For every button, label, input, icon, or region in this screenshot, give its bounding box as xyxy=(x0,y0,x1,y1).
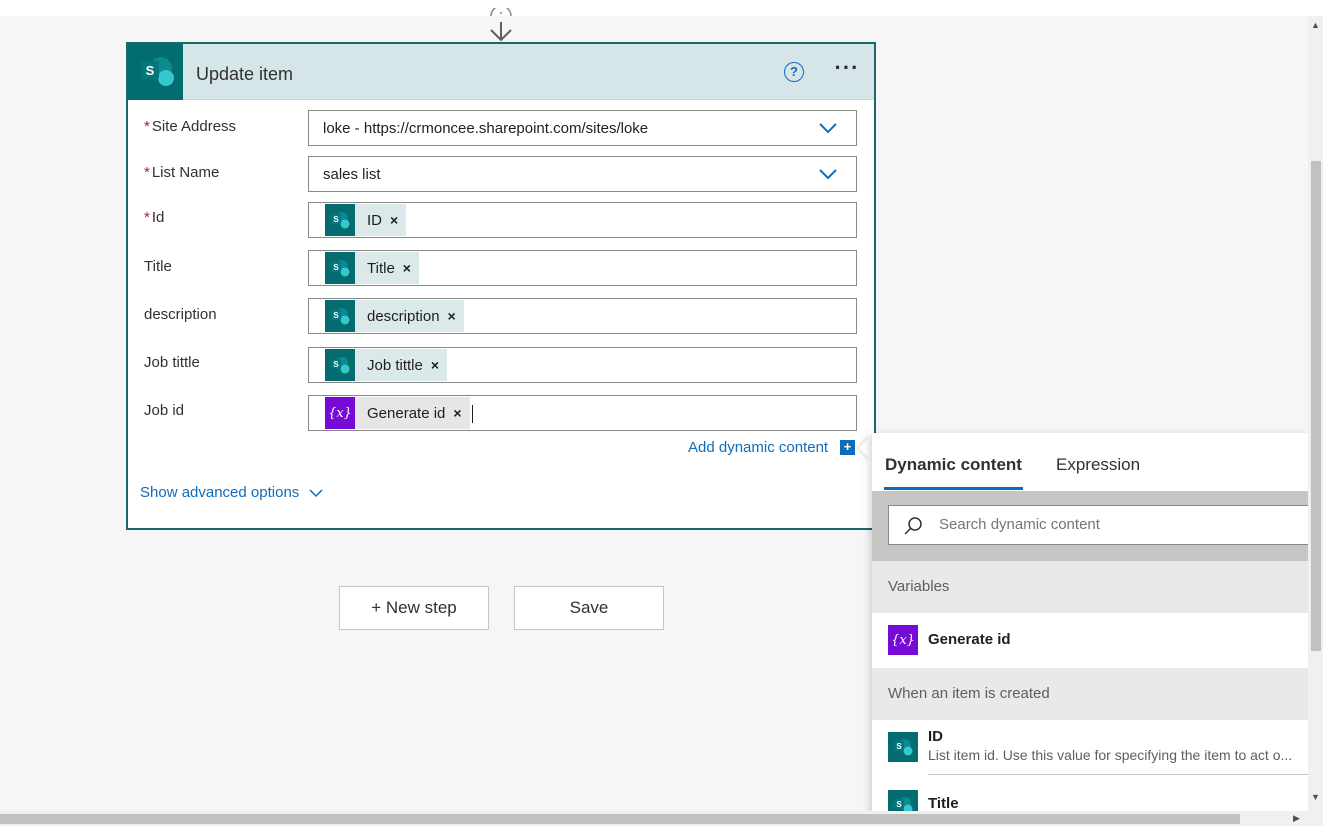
svg-text:S: S xyxy=(333,311,339,320)
svg-text:S: S xyxy=(333,215,339,224)
sharepoint-icon: S xyxy=(325,300,355,332)
job-id-field[interactable]: {x} Generate id × xyxy=(308,395,857,431)
dynamic-item-id[interactable]: S ID List item id. Use this value for sp… xyxy=(888,728,1293,763)
job-tittle-field[interactable]: S Job tittle × xyxy=(308,347,857,383)
sharepoint-icon: S xyxy=(325,252,355,284)
top-strip xyxy=(0,0,1323,16)
search-area xyxy=(872,491,1308,561)
text-caret xyxy=(472,405,473,423)
svg-text:S: S xyxy=(333,263,339,272)
update-item-card: S Update item ? ··· * Site Address loke -… xyxy=(126,42,876,530)
card-title[interactable]: Update item xyxy=(196,64,293,85)
sharepoint-icon: S xyxy=(128,44,183,100)
field-label-site-address: * Site Address xyxy=(144,118,237,135)
horizontal-scroll-thumb[interactable] xyxy=(0,814,1240,824)
dynamic-item-title: ID xyxy=(928,728,943,745)
dynamic-item-generate-id[interactable]: {x} Generate id xyxy=(888,625,1011,655)
horizontal-scrollbar[interactable]: ▶ xyxy=(0,811,1323,826)
scroll-up-arrow-icon[interactable]: ▲ xyxy=(1311,20,1320,30)
id-field[interactable]: S ID × xyxy=(308,202,857,238)
question-icon[interactable]: ? xyxy=(784,62,804,82)
add-dynamic-plus-icon[interactable]: + xyxy=(840,440,855,455)
dynamic-item-title-field[interactable]: S Title xyxy=(888,790,959,813)
svg-text:S: S xyxy=(896,800,902,809)
dynamic-item-title: Title xyxy=(928,795,959,812)
show-advanced-options-link[interactable]: Show advanced options xyxy=(140,484,299,501)
token-generate-id: {x} Generate id × xyxy=(325,397,470,429)
field-label-title: Title xyxy=(144,258,172,275)
remove-token-icon[interactable]: × xyxy=(448,308,456,324)
chevron-down-icon[interactable] xyxy=(818,167,838,181)
scroll-down-arrow-icon[interactable]: ▼ xyxy=(1311,792,1320,802)
scroll-right-arrow-icon[interactable]: ▶ xyxy=(1293,813,1300,824)
connector-arrow-icon xyxy=(490,8,512,42)
token-label: Generate id xyxy=(367,404,446,422)
sharepoint-icon: S xyxy=(888,732,918,762)
active-tab-indicator xyxy=(884,487,1023,490)
ellipsis-icon[interactable]: ··· xyxy=(832,57,862,86)
remove-token-icon[interactable]: × xyxy=(390,212,398,228)
chevron-down-icon[interactable] xyxy=(308,488,324,498)
sharepoint-icon: S xyxy=(888,790,918,813)
token-label: Job tittle xyxy=(367,356,423,374)
search-input[interactable] xyxy=(939,516,1299,533)
dynamic-item-description: List item id. Use this value for specify… xyxy=(928,747,1293,763)
list-name-dropdown[interactable]: sales list xyxy=(308,156,857,192)
tab-dynamic-content[interactable]: Dynamic content xyxy=(885,455,1022,475)
svg-text:S: S xyxy=(333,360,339,369)
add-dynamic-content-link[interactable]: Add dynamic content xyxy=(688,439,828,456)
remove-token-icon[interactable]: × xyxy=(431,357,439,373)
chevron-down-icon[interactable] xyxy=(818,121,838,135)
vertical-scroll-thumb[interactable] xyxy=(1311,161,1321,651)
variable-icon: {x} xyxy=(888,625,918,655)
list-name-value: sales list xyxy=(323,166,381,183)
search-icon xyxy=(904,517,922,535)
new-step-button[interactable]: + New step xyxy=(339,586,489,630)
token-title: S Title × xyxy=(325,252,419,284)
search-box[interactable] xyxy=(888,505,1308,545)
remove-token-icon[interactable]: × xyxy=(403,260,411,276)
token-label: Title xyxy=(367,259,395,277)
field-label-list-name: * List Name xyxy=(144,164,220,181)
card-header[interactable]: S Update item ? ··· xyxy=(128,44,874,100)
title-field[interactable]: S Title × xyxy=(308,250,857,286)
vertical-scrollbar[interactable]: ▲ ▼ xyxy=(1308,16,1323,811)
save-button[interactable]: Save xyxy=(514,586,664,630)
sharepoint-icon: S xyxy=(325,349,355,381)
sharepoint-icon: S xyxy=(325,204,355,236)
section-variables: Variables xyxy=(872,561,1308,613)
svg-text:S: S xyxy=(896,742,902,751)
variable-icon: {x} xyxy=(325,397,355,429)
token-label: ID xyxy=(367,211,382,229)
field-label-id: * Id xyxy=(144,209,165,226)
tab-expression[interactable]: Expression xyxy=(1056,455,1140,475)
svg-text:S: S xyxy=(146,63,155,78)
token-id: S ID × xyxy=(325,204,407,236)
site-address-dropdown[interactable]: loke - https://crmoncee.sharepoint.com/s… xyxy=(308,110,857,146)
section-when-item-created: When an item is created xyxy=(872,668,1308,720)
token-description: S description × xyxy=(325,300,464,332)
field-label-job-id: Job id xyxy=(144,402,185,419)
site-address-value: loke - https://crmoncee.sharepoint.com/s… xyxy=(323,120,649,137)
token-label: description xyxy=(367,307,440,325)
token-job-tittle: S Job tittle × xyxy=(325,349,448,381)
dynamic-content-panel: Dynamic content Expression Variables {x}… xyxy=(872,433,1308,813)
field-label-description: description xyxy=(144,306,217,323)
field-label-job-tittle: Job tittle xyxy=(144,354,200,371)
remove-token-icon[interactable]: × xyxy=(453,405,461,421)
item-divider xyxy=(928,774,1308,775)
dynamic-item-title: Generate id xyxy=(928,631,1011,648)
description-field[interactable]: S description × xyxy=(308,298,857,334)
